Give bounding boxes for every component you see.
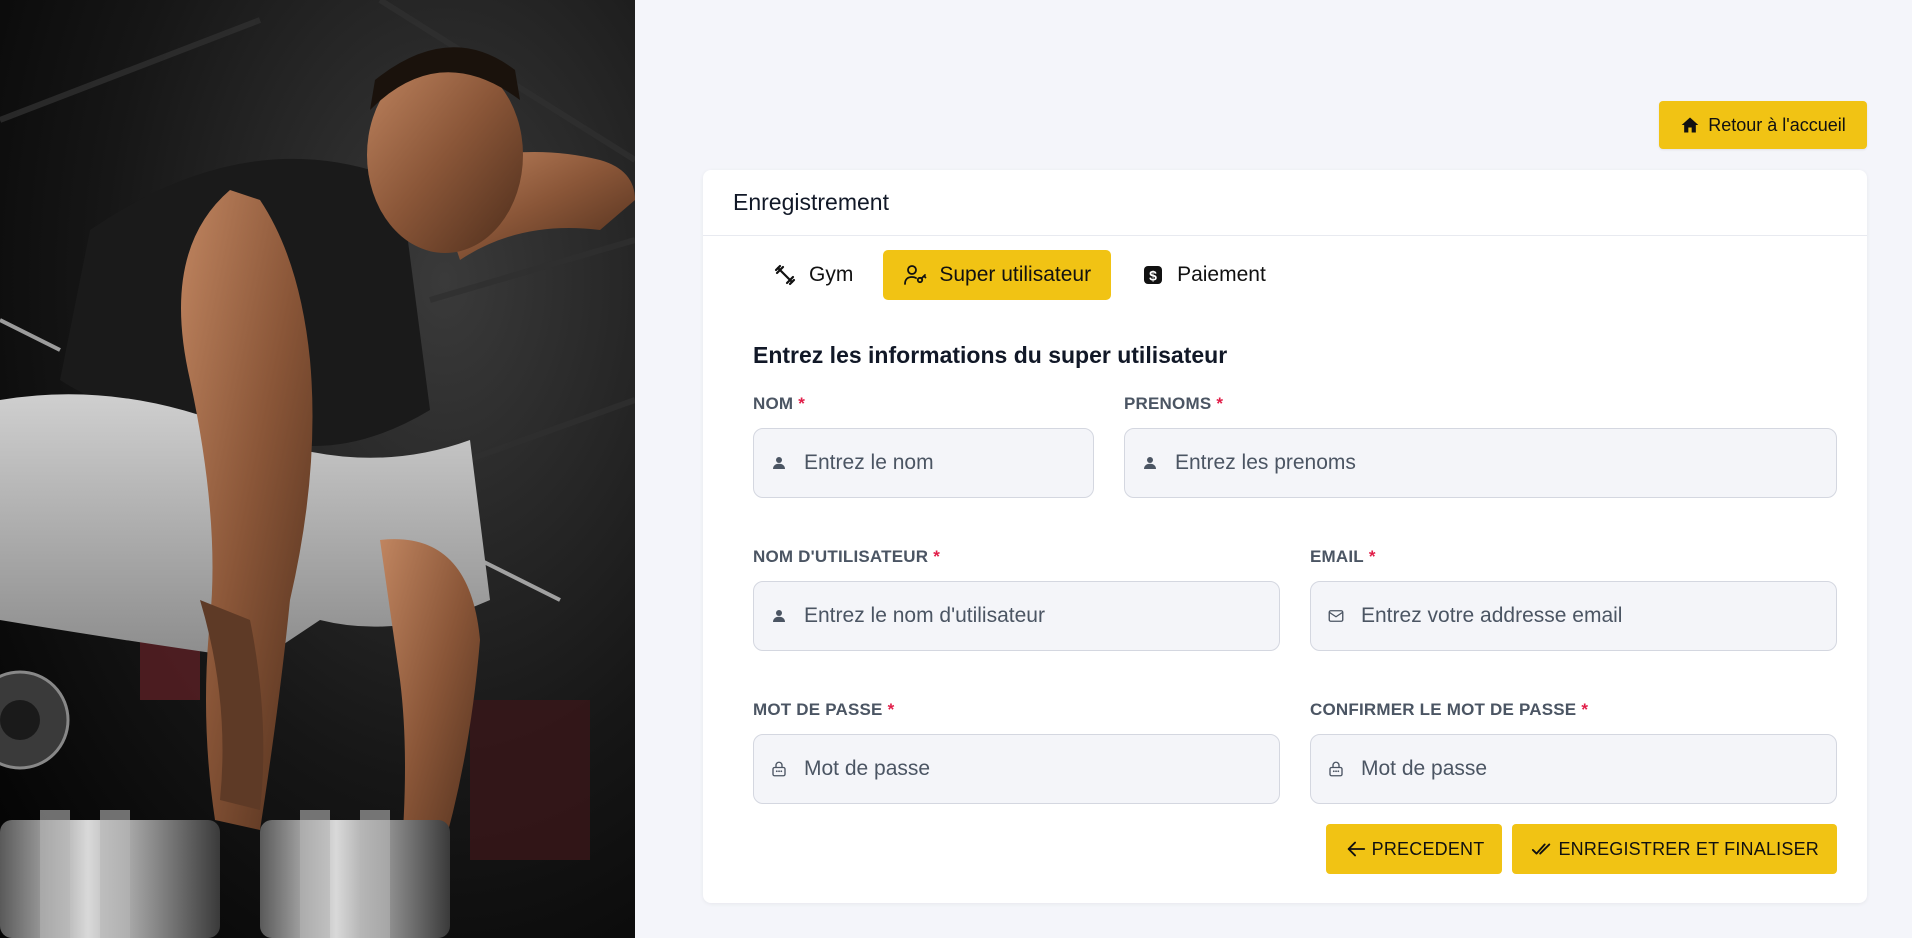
- user-icon: [1144, 457, 1156, 469]
- confirm-password-input-wrapper: [1310, 734, 1837, 804]
- arrow-left-icon: [1347, 841, 1365, 857]
- form-actions: PRECEDENT ENREGISTRER ET FINALISER: [1325, 824, 1837, 874]
- previous-button-label: PRECEDENT: [1371, 838, 1485, 859]
- previous-button[interactable]: PRECEDENT: [1325, 824, 1503, 874]
- email-field: EMAIL *: [1310, 547, 1837, 651]
- dollar-badge-icon: $: [1144, 266, 1163, 284]
- password-field: MOT DE PASSE *: [753, 700, 1280, 804]
- registration-page: Retour à l'accueil Enregistrement Gym Su…: [0, 0, 1912, 938]
- email-input[interactable]: [1361, 604, 1836, 628]
- user-icon: [773, 457, 785, 469]
- prenoms-label: PRENOMS *: [1124, 394, 1224, 413]
- password-label: MOT DE PASSE *: [753, 700, 895, 719]
- lock-icon: [1329, 761, 1343, 777]
- hero-image-bodybuilder: [0, 0, 635, 938]
- username-label: NOM D'UTILISATEUR *: [753, 547, 941, 566]
- tab-payment-label: Paiement: [1177, 263, 1266, 286]
- save-finish-button-label: ENREGISTRER ET FINALISER: [1558, 838, 1819, 859]
- username-field: NOM D'UTILISATEUR *: [753, 547, 1280, 651]
- section-title: Entrez les informations du super utilisa…: [753, 342, 1228, 368]
- home-button[interactable]: Retour à l'accueil: [1659, 101, 1867, 149]
- tab-gym[interactable]: Gym: [753, 250, 873, 300]
- lock-icon: [772, 761, 786, 777]
- nom-label: NOM *: [753, 394, 806, 413]
- tab-payment[interactable]: $ Paiement: [1121, 250, 1286, 300]
- email-label: EMAIL *: [1310, 547, 1376, 566]
- password-input[interactable]: [804, 757, 1279, 781]
- confirm-password-input[interactable]: [1361, 757, 1836, 781]
- nom-input[interactable]: [804, 451, 1093, 475]
- home-button-label: Retour à l'accueil: [1708, 114, 1846, 135]
- tab-gym-label: Gym: [809, 263, 854, 286]
- svg-text:$: $: [1149, 268, 1157, 284]
- password-input-wrapper: [753, 734, 1280, 804]
- home-icon: [1681, 117, 1699, 133]
- username-input-wrapper: [753, 581, 1280, 651]
- save-finish-button[interactable]: ENREGISTRER ET FINALISER: [1512, 824, 1837, 874]
- user-icon: [773, 610, 785, 622]
- card-title: Enregistrement: [703, 170, 1867, 236]
- nom-field: NOM *: [753, 394, 1094, 498]
- prenoms-field: PRENOMS *: [1124, 394, 1837, 498]
- registration-card: Enregistrement Gym Super utilisateur $ P…: [703, 170, 1867, 903]
- confirm-password-label: CONFIRMER LE MOT DE PASSE *: [1310, 700, 1589, 719]
- nom-input-wrapper: [753, 428, 1094, 498]
- confirm-password-field: CONFIRMER LE MOT DE PASSE *: [1310, 700, 1837, 804]
- prenoms-input-wrapper: [1124, 428, 1837, 498]
- username-input[interactable]: [804, 604, 1279, 628]
- dumbbell-icon: [774, 264, 796, 286]
- double-check-icon: [1532, 843, 1551, 855]
- tab-super-user[interactable]: Super utilisateur: [883, 250, 1112, 300]
- mail-icon: [1328, 610, 1344, 622]
- tab-super-user-label: Super utilisateur: [939, 263, 1092, 286]
- user-key-icon: [904, 265, 927, 285]
- email-input-wrapper: [1310, 581, 1837, 651]
- step-tabs: Gym Super utilisateur $ Paiement: [753, 250, 1286, 300]
- prenoms-input[interactable]: [1175, 451, 1836, 475]
